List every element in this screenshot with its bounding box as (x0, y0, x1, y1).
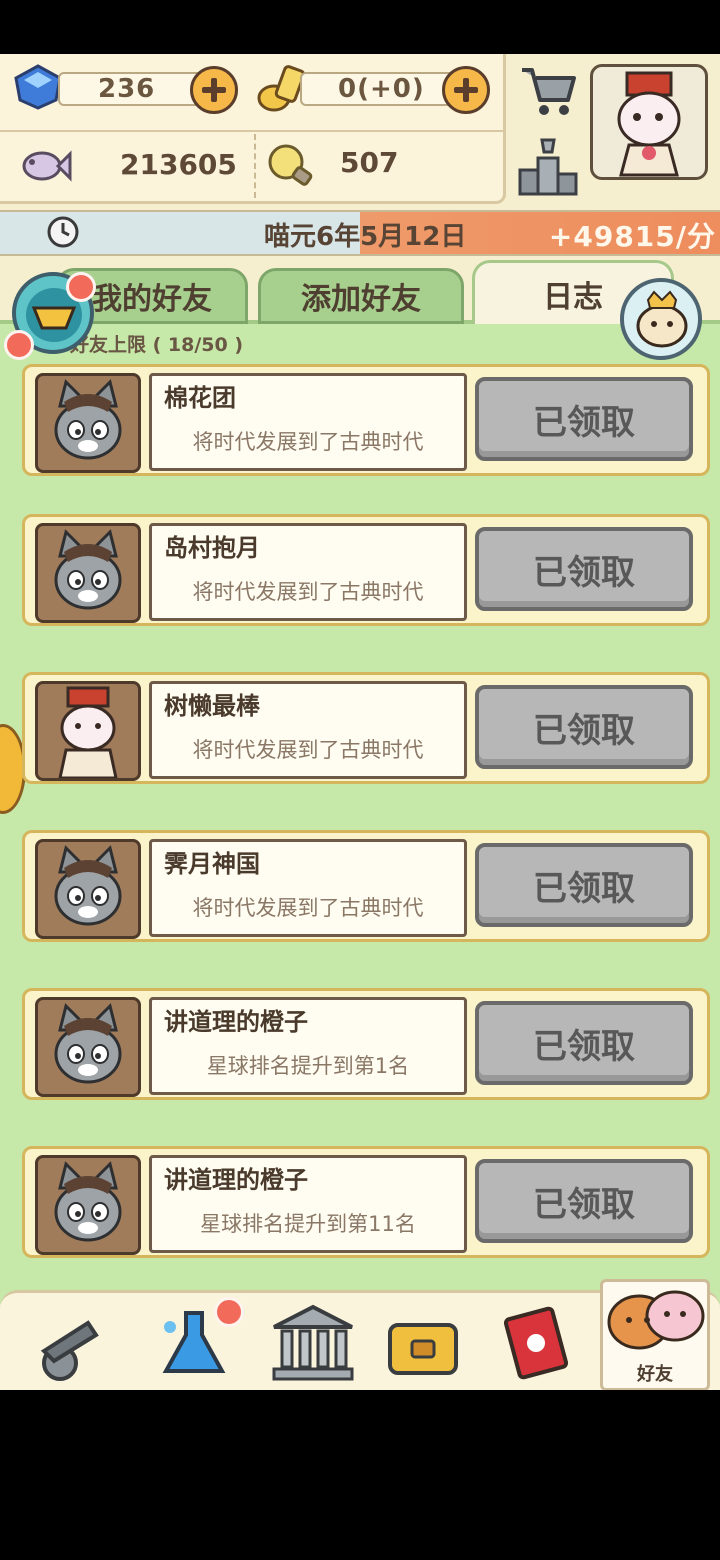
add-gold-button[interactable] (442, 66, 490, 114)
gold-counter: 0(+0) (300, 72, 458, 106)
tab-label: 添加好友 (301, 282, 421, 317)
tab-label: 日志 (543, 279, 603, 315)
log-entry: 树懒最棒 将时代发展到了古典时代 已领取 (22, 672, 710, 784)
clock-icon (47, 216, 79, 248)
log-entry-info: 岛村抱月将时代发展到了古典时代 (149, 523, 467, 621)
ideas-value: 507 (340, 146, 399, 179)
opera-cat-icon (617, 71, 681, 177)
log-description: 将时代发展到了古典时代 (192, 738, 424, 762)
gray-cat-avatar[interactable] (35, 523, 141, 623)
log-entry-info: 霁月神国将时代发展到了古典时代 (149, 839, 467, 937)
notification-dot (4, 330, 34, 360)
friend-name: 岛村抱月 (164, 534, 260, 562)
log-entry-info: 讲道理的橙子星球排名提升到第11名 (149, 1155, 467, 1253)
friends-icon (607, 1290, 705, 1350)
tab-add-friend[interactable]: 添加好友 (258, 268, 464, 324)
notification-dot (214, 1297, 244, 1327)
shop-cart-icon[interactable] (516, 60, 580, 122)
friends-tab-button[interactable]: 好友 (600, 1279, 710, 1390)
log-description: 将时代发展到了古典时代 (192, 896, 424, 920)
lightbulb-icon (268, 144, 313, 186)
divider (0, 130, 503, 132)
log-entry: 霁月神国 将时代发展到了古典时代 已领取 (22, 830, 710, 942)
log-description: 星球排名提升到第11名 (200, 1212, 416, 1236)
add-gems-button[interactable] (190, 66, 238, 114)
log-entry: 棉花团 将时代发展到了古典时代 已领取 (22, 364, 710, 476)
crown-cat-icon (636, 290, 688, 348)
resource-panel: 236 0(+0) 213605 507 (0, 54, 506, 204)
log-entry-info: 讲道理的橙子星球排名提升到第1名 (149, 997, 467, 1095)
friend-limit: 好友上限 ( 18/50 ) (70, 334, 244, 356)
game-screen: 236 0(+0) 213605 507 喵元6年5月12日 +49815/分 … (0, 54, 720, 1390)
income-rate: +49815/分 (548, 220, 716, 253)
date-bar: 喵元6年5月12日 +49815/分 (0, 210, 720, 256)
opera-cat-avatar[interactable] (35, 681, 141, 781)
log-entry: 讲道理的橙子 星球排名提升到第11名 已领取 (22, 1146, 710, 1258)
museum-icon[interactable] (268, 1301, 358, 1387)
claimed-button[interactable]: 已领取 (475, 1159, 693, 1243)
game-date: 喵元6年5月12日 (264, 222, 467, 252)
gem-icon (14, 64, 62, 110)
ranking-podium-icon[interactable] (516, 136, 580, 198)
friend-name: 讲道理的橙子 (164, 1008, 308, 1036)
bottom-nav: 好友 (0, 1279, 720, 1390)
log-entry-info: 树懒最棒将时代发展到了古典时代 (149, 681, 467, 779)
king-cat-button[interactable] (620, 278, 702, 360)
claimed-button[interactable]: 已领取 (475, 527, 693, 611)
fish-icon (22, 150, 72, 182)
claimed-button[interactable]: 已领取 (475, 1001, 693, 1085)
claimed-button[interactable]: 已领取 (475, 377, 693, 461)
player-avatar[interactable] (590, 64, 708, 180)
claimed-button[interactable]: 已领取 (475, 685, 693, 769)
gray-cat-avatar[interactable] (35, 839, 141, 939)
friend-name: 霁月神国 (164, 850, 260, 878)
friend-name: 树懒最棒 (164, 692, 260, 720)
friend-name: 棉花团 (164, 384, 236, 412)
gray-cat-avatar[interactable] (35, 997, 141, 1097)
treasure-chest-icon[interactable] (378, 1301, 468, 1387)
log-entry: 讲道理的橙子 星球排名提升到第1名 已领取 (22, 988, 710, 1100)
gem-counter: 236 (58, 72, 208, 106)
gold-value: 0(+0) (338, 74, 425, 104)
friends-tab-label: 好友 (637, 1364, 673, 1385)
fish-value: 213605 (120, 148, 237, 181)
book-icon[interactable] (492, 1301, 582, 1387)
notification-dot (66, 272, 96, 302)
tab-label: 我的好友 (92, 282, 212, 317)
claimed-button[interactable]: 已领取 (475, 843, 693, 927)
log-description: 星球排名提升到第1名 (206, 1054, 410, 1078)
log-entry: 岛村抱月 将时代发展到了古典时代 已领取 (22, 514, 710, 626)
log-description: 将时代发展到了古典时代 (192, 580, 424, 604)
divider (254, 134, 256, 198)
log-entry-info: 棉花团将时代发展到了古典时代 (149, 373, 467, 471)
gem-value: 236 (98, 74, 156, 104)
gray-cat-avatar[interactable] (35, 1155, 141, 1255)
gray-cat-avatar[interactable] (35, 373, 141, 473)
log-description: 将时代发展到了古典时代 (192, 430, 424, 454)
cannon-icon[interactable] (24, 1301, 114, 1387)
friend-name: 讲道理的橙子 (164, 1166, 308, 1194)
